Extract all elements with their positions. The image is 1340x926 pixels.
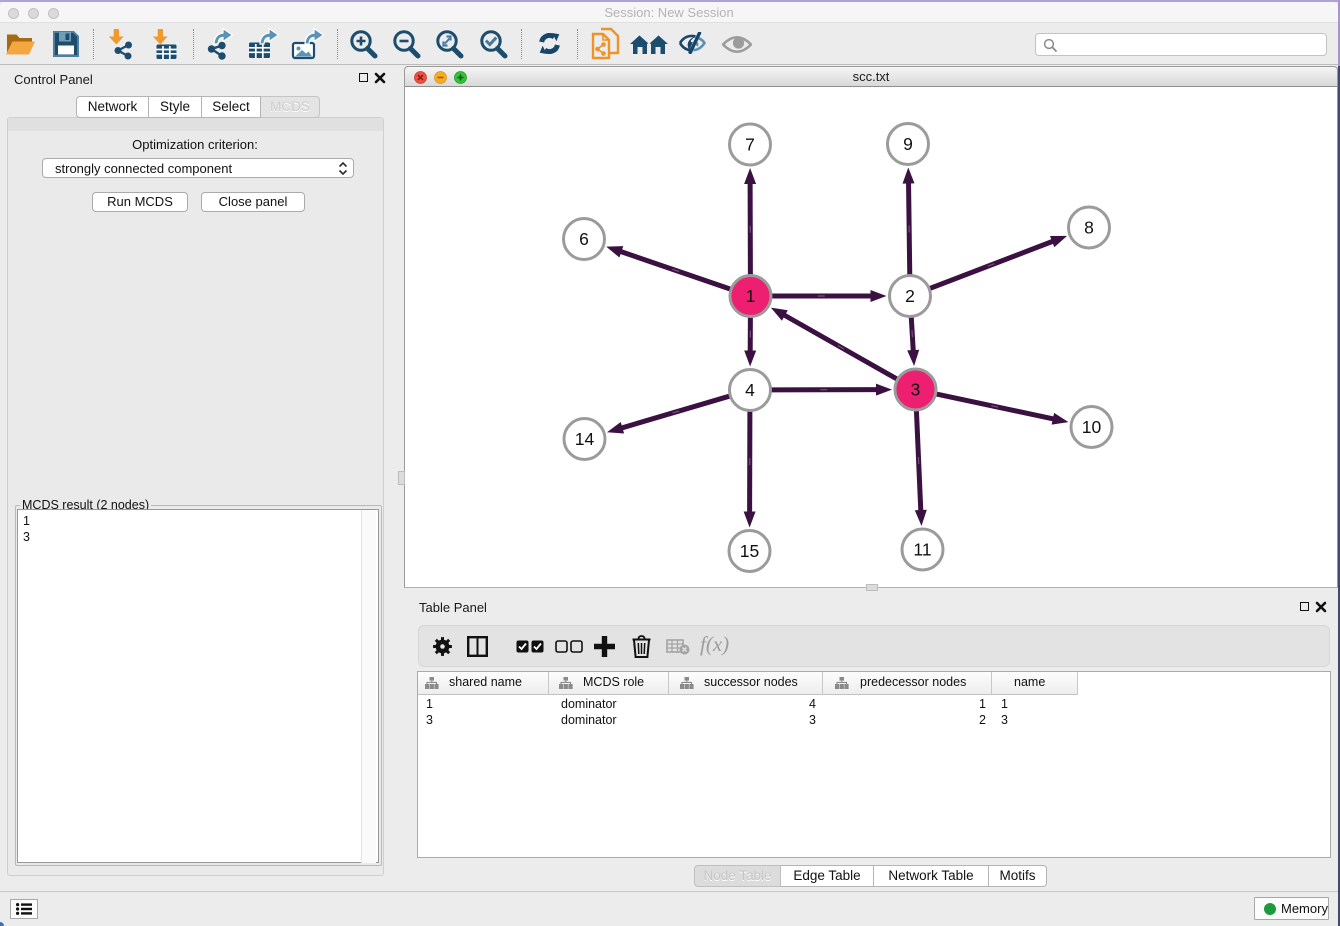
svg-text:11: 11 (913, 540, 931, 560)
svg-text:2: 2 (905, 286, 915, 306)
svg-text:14: 14 (575, 429, 595, 449)
svg-text:6: 6 (579, 229, 589, 249)
svg-text:15: 15 (740, 541, 759, 561)
svg-text:9: 9 (903, 134, 913, 154)
svg-text:3: 3 (911, 380, 921, 400)
svg-text:1: 1 (746, 286, 756, 306)
svg-text:10: 10 (1082, 417, 1102, 437)
svg-text:4: 4 (745, 380, 755, 400)
svg-text:8: 8 (1084, 218, 1094, 238)
svg-text:7: 7 (745, 135, 755, 155)
